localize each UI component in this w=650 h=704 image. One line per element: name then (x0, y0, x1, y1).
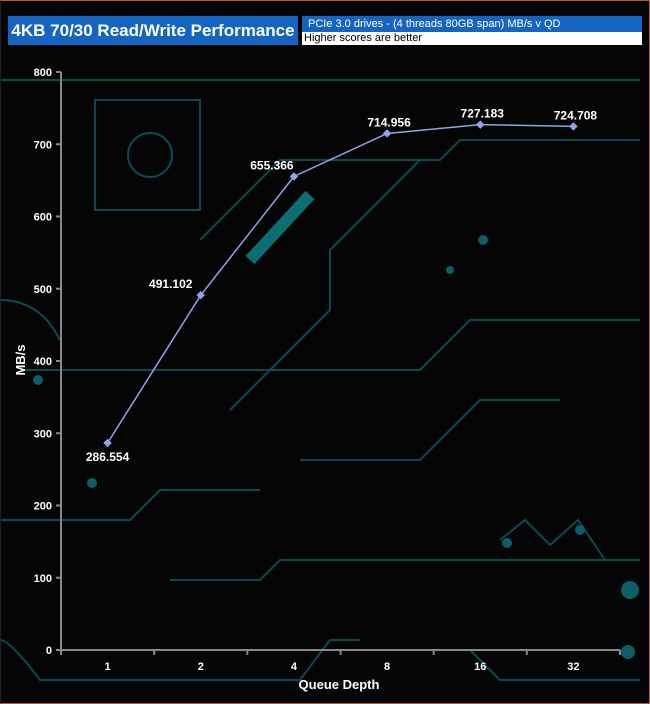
data-label: 724.708 (554, 108, 598, 122)
y-tick-label: 200 (34, 501, 52, 513)
data-point (569, 122, 578, 131)
y-tick-label: 800 (34, 67, 52, 79)
y-tick-label: 600 (34, 212, 52, 224)
y-tick-label: 0 (46, 645, 52, 657)
y-tick-label: 300 (34, 428, 52, 440)
line-chart: 0 100 200 300 400 500 600 700 800 1 2 4 8 16 32 MB/s Q… (13, 67, 621, 692)
data-label: 714.956 (367, 115, 411, 129)
data-point (103, 438, 112, 448)
x-tick-label: 1 (105, 661, 111, 673)
data-label: 727.183 (461, 107, 505, 121)
y-tick-label: 100 (34, 573, 52, 585)
x-tick-label: 32 (567, 661, 579, 673)
data-point (382, 129, 392, 138)
y-tick-label: 700 (34, 139, 52, 151)
x-tick-label: 2 (198, 661, 204, 673)
data-point (476, 120, 485, 129)
y-tick-label: 500 (34, 284, 52, 296)
data-label: 286.554 (86, 450, 130, 464)
x-tick-label: 8 (384, 661, 390, 673)
data-label: 655.366 (250, 158, 294, 172)
x-tick-label: 16 (474, 661, 486, 673)
y-axis-label: MB/s (13, 344, 28, 375)
y-tick-label: 400 (34, 356, 52, 368)
x-axis-label: Queue Depth (299, 677, 380, 692)
x-tick-label: 4 (291, 661, 298, 673)
data-label: 491.102 (149, 277, 193, 291)
